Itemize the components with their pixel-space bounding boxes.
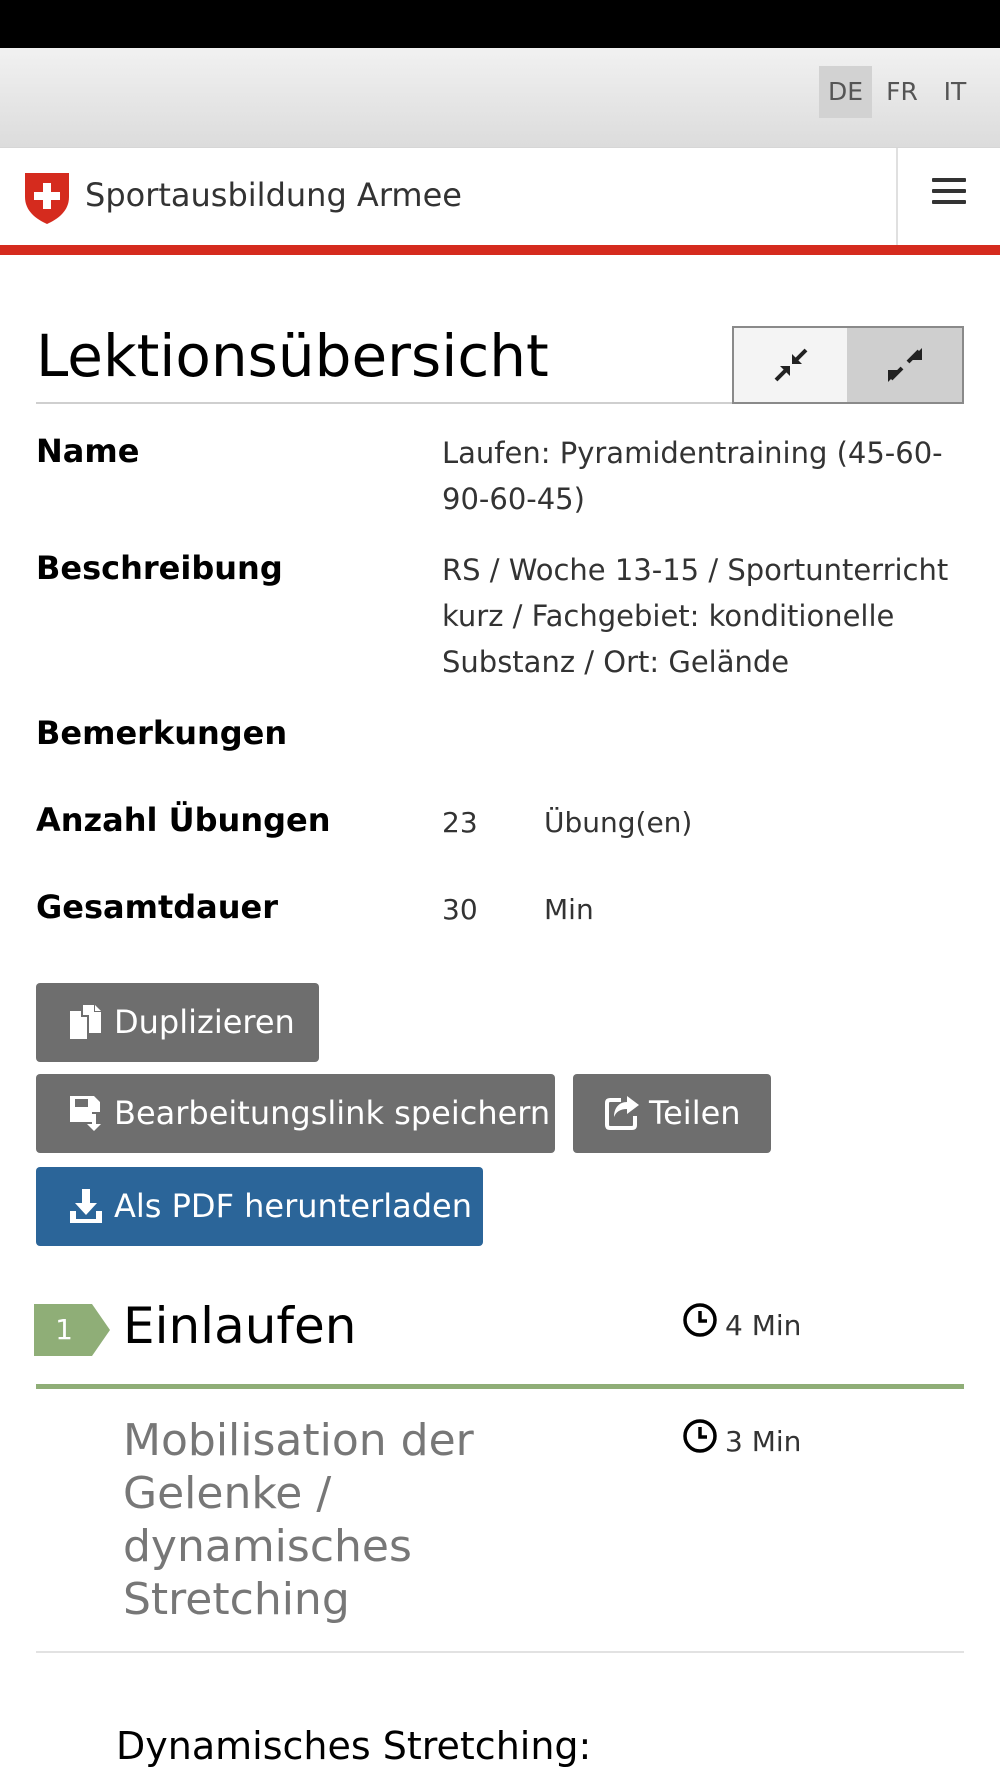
language-fr[interactable]: FR <box>881 66 923 118</box>
exercise-count-value: 23 <box>442 806 478 839</box>
description-value: RS / Woche 13-15 / Sportunterricht kurz … <box>442 553 949 679</box>
share-label: Teilen <box>649 1094 741 1132</box>
total-duration-value: 30 <box>442 893 478 926</box>
exercise-duration: 3 Min <box>725 1425 802 1458</box>
download-pdf-button[interactable]: Als PDF herunterladen <box>36 1167 483 1246</box>
download-pdf-label: Als PDF herunterladen <box>114 1187 472 1225</box>
collapse-all-button[interactable] <box>734 328 847 402</box>
save-edit-link-button[interactable]: Bearbeitungslink speichern <box>36 1074 555 1153</box>
site-header: Sportausbildung Armee <box>0 147 1000 246</box>
section-divider <box>36 1384 964 1389</box>
compress-icon <box>774 348 807 382</box>
language-it[interactable]: IT <box>935 66 975 118</box>
expand-icon <box>887 348 922 382</box>
duplicate-button[interactable]: Duplizieren <box>36 983 319 1062</box>
hamburger-line <box>932 189 966 193</box>
section-title[interactable]: Einlaufen <box>123 1297 356 1355</box>
name-value: Laufen: Pyramidentraining (45-60-90-60-4… <box>442 436 943 516</box>
total-duration-unit: Min <box>544 893 594 926</box>
page-title: Lektionsübersicht <box>36 322 549 390</box>
hamburger-line <box>932 200 966 204</box>
share-icon <box>605 1096 639 1130</box>
section-duration: 4 Min <box>725 1309 802 1342</box>
save-edit-link-label: Bearbeitungslink speichern <box>114 1094 551 1132</box>
total-duration-label: Gesamtdauer <box>36 888 279 926</box>
hamburger-menu-button[interactable] <box>932 178 966 210</box>
duplicate-label: Duplizieren <box>114 1003 295 1041</box>
swiss-cross-shield-icon[interactable] <box>22 171 72 225</box>
exercise-subheading: Dynamisches Stretching: <box>116 1724 592 1768</box>
share-button[interactable]: Teilen <box>573 1074 771 1153</box>
hamburger-icon <box>932 178 966 182</box>
exercise-title[interactable]: Mobilisation der Gelenke / dynamisches S… <box>123 1414 543 1626</box>
download-icon <box>70 1189 102 1223</box>
name-label: Name <box>36 432 140 470</box>
exercise-count-label: Anzahl Übungen <box>36 801 331 839</box>
language-de[interactable]: DE <box>819 66 872 118</box>
language-bar: DE FR IT <box>0 48 1000 147</box>
remarks-label: Bemerkungen <box>36 714 288 752</box>
exercise-count-unit: Übung(en) <box>544 806 693 839</box>
description-label: Beschreibung <box>36 549 283 587</box>
exercise-divider <box>36 1651 964 1653</box>
save-icon <box>70 1096 101 1131</box>
site-title[interactable]: Sportausbildung Armee <box>85 176 462 214</box>
copy-icon <box>70 1005 101 1039</box>
header-divider <box>896 148 898 246</box>
clock-icon <box>683 1303 717 1337</box>
section-number: 1 <box>55 1313 73 1346</box>
header-accent-line <box>0 245 1000 255</box>
clock-icon <box>683 1419 717 1453</box>
status-bar <box>0 0 1000 48</box>
view-toggle <box>732 326 964 404</box>
expand-all-button[interactable] <box>847 328 962 402</box>
